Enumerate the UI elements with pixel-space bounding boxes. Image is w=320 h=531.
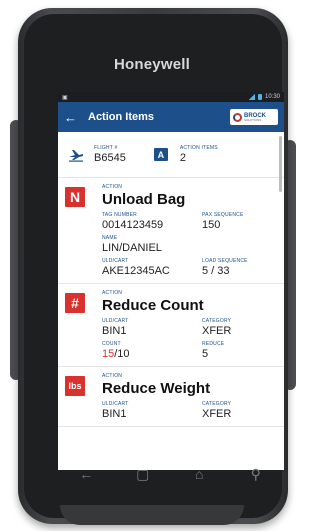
count-total: /10	[114, 348, 130, 360]
nav-search-icon[interactable]: ⚲	[241, 466, 271, 483]
action-letter-badge: A	[153, 148, 168, 161]
field-label: PAX SEQUENCE	[202, 212, 244, 218]
field-value: 5 / 33	[202, 265, 230, 277]
action-items-count-value: 2	[179, 152, 186, 164]
action-title: Reduce Count	[102, 297, 204, 314]
field-label: CATEGORY	[202, 318, 232, 324]
field-label: COUNT	[102, 341, 121, 347]
field-label: ULD/CART	[102, 401, 129, 407]
field-label: ULD/CART	[102, 318, 129, 324]
field-value: LIN/DANIEL	[102, 242, 162, 254]
battery-icon	[257, 94, 262, 100]
action-items-list[interactable]: FLIGHT # B6545 A ACTION ITEMS 2 N ACTION…	[58, 132, 284, 470]
action-label: ACTION	[102, 184, 123, 190]
brock-logo: BROCK SOLUTIONS	[230, 109, 278, 125]
action-label: ACTION	[102, 373, 123, 379]
app-bar: ← Action Items BROCK SOLUTIONS	[58, 102, 284, 132]
field-label: CATEGORY	[202, 401, 232, 407]
nav-home-icon[interactable]: ⌂	[184, 466, 214, 482]
field-value: XFER	[202, 325, 232, 337]
device-brand-logo: Honeywell	[114, 56, 190, 73]
flight-summary: FLIGHT # B6545 A ACTION ITEMS 2	[58, 132, 284, 178]
action-item-reduce-weight[interactable]: lbs ACTION Reduce Weight ULD/CART BIN1 C…	[58, 367, 284, 427]
action-item-reduce-count[interactable]: # ACTION Reduce Count ULD/CART BIN1 CATE…	[58, 284, 284, 367]
hash-icon: #	[65, 293, 85, 313]
lbs-icon: lbs	[65, 376, 85, 396]
device-bottom-edge	[60, 505, 244, 525]
nav-recent-apps-icon[interactable]: ▢	[128, 466, 158, 483]
brock-logo-mark	[233, 112, 242, 122]
field-value: XFER	[202, 408, 232, 420]
action-title: Reduce Weight	[102, 380, 211, 397]
action-items-count-label: ACTION ITEMS	[179, 145, 218, 151]
logo-subtext: SOLUTIONS	[244, 117, 262, 122]
airplane-icon	[69, 149, 83, 162]
field-value: 0014123459	[102, 219, 164, 231]
field-value: 150	[202, 219, 221, 231]
signal-icon	[247, 94, 255, 100]
flight-number-label: FLIGHT #	[94, 145, 118, 151]
action-label: ACTION	[102, 290, 123, 296]
action-title: Unload Bag	[102, 191, 186, 208]
field-label: TAG NUMBER	[102, 212, 137, 218]
nav-back-icon[interactable]: ←	[71, 466, 101, 482]
field-label: LOAD SEQUENCE	[202, 258, 248, 264]
unload-bag-icon: N	[65, 187, 85, 207]
field-value: BIN1	[102, 325, 127, 337]
action-item-unload-bag[interactable]: N ACTION Unload Bag TAG NUMBER 001412345…	[58, 178, 284, 284]
field-value: BIN1	[102, 408, 127, 420]
count-value: 15/10	[102, 348, 202, 360]
count-current: 15	[102, 348, 115, 360]
android-nav-bar: ← ▢ ⌂ ⚲	[58, 456, 284, 492]
app-screen: ▣ 10:30 ← Action Items BROCK SOLUTIONS F…	[58, 92, 284, 470]
status-bar: ▣ 10:30	[58, 92, 284, 102]
notification-icon: ▣	[62, 94, 68, 101]
field-value: 5	[202, 348, 209, 360]
status-time: 10:30	[264, 94, 280, 100]
page-title: Action Items	[88, 111, 155, 123]
flight-number-value: B6545	[94, 152, 126, 164]
back-arrow-icon[interactable]: ←	[64, 111, 80, 124]
field-label: REDUCE	[202, 341, 225, 347]
field-label: ULD/CART	[102, 258, 129, 264]
field-label: NAME	[102, 235, 118, 241]
field-value: AKE12345AC	[102, 265, 170, 277]
